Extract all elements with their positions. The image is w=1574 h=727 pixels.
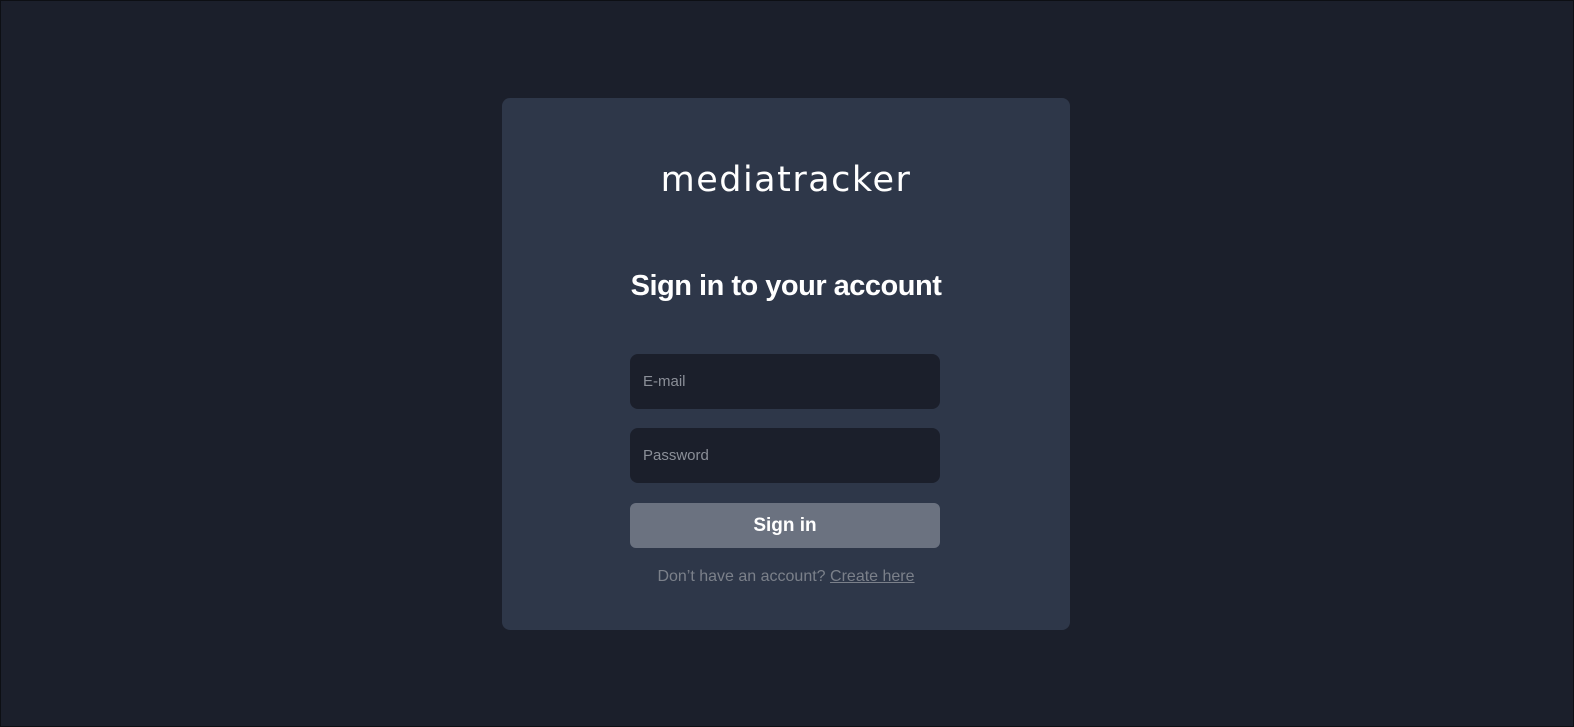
- create-account-link[interactable]: Create here: [830, 568, 915, 585]
- sign-in-button[interactable]: Sign in: [630, 503, 940, 548]
- login-card: mediatracker Sign in to your account Sig…: [502, 98, 1070, 630]
- signup-row: Don’t have an account? Create here: [502, 568, 1070, 586]
- app-logo: mediatracker: [660, 160, 912, 200]
- email-field[interactable]: [630, 354, 940, 409]
- password-field[interactable]: [630, 428, 940, 483]
- signup-prompt: Don’t have an account?: [657, 568, 826, 585]
- page-title: Sign in to your account: [630, 270, 942, 302]
